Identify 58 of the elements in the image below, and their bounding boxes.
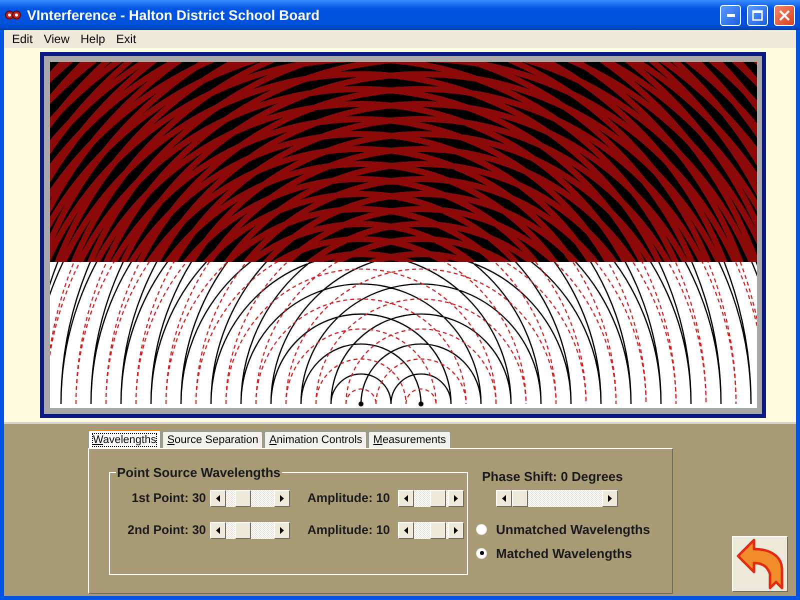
scroll-left-button[interactable] [210, 490, 226, 506]
back-button[interactable] [732, 536, 788, 592]
amplitude-slider[interactable] [398, 522, 464, 538]
maximize-button[interactable] [747, 4, 768, 26]
phase-shift-slider[interactable] [496, 490, 618, 507]
minimize-button[interactable] [720, 4, 741, 26]
slider-thumb[interactable] [234, 522, 251, 538]
left-arrow-icon [216, 494, 220, 502]
menu-item[interactable]: Exit [112, 32, 144, 46]
scroll-right-button[interactable] [274, 490, 290, 506]
scroll-left-button[interactable] [496, 490, 512, 507]
scroll-left-button[interactable] [398, 490, 414, 506]
app-icon [5, 9, 21, 21]
left-arrow-icon [404, 494, 408, 502]
wavelength-slider[interactable] [210, 490, 290, 506]
radio-label[interactable]: Unmatched Wavelengths [496, 522, 650, 536]
left-arrow-icon [404, 526, 408, 534]
tab[interactable]: Animation Controls [264, 431, 368, 448]
menu-item[interactable]: Edit [8, 32, 40, 46]
back-arrow-icon [736, 538, 784, 590]
radio-button[interactable] [476, 548, 487, 558]
wavelength-label: 2nd Point: 30 [128, 523, 206, 537]
scroll-right-button[interactable] [448, 522, 464, 538]
amplitude-label: Amplitude: 10 [307, 523, 390, 537]
scroll-left-button[interactable] [210, 522, 226, 538]
wavelength-slider[interactable] [210, 522, 290, 538]
menu-item[interactable]: Help [76, 32, 112, 46]
scroll-right-button[interactable] [602, 490, 618, 507]
slider-thumb[interactable] [512, 490, 528, 507]
left-arrow-icon [216, 526, 220, 534]
right-arrow-icon [608, 495, 612, 502]
wavelength-label: 1st Point: 30 [132, 491, 206, 505]
menu-item[interactable]: View [40, 32, 76, 46]
amplitude-label: Amplitude: 10 [307, 491, 390, 505]
minimize-icon [726, 14, 734, 16]
scroll-left-button[interactable] [398, 522, 414, 538]
slider-thumb[interactable] [234, 490, 251, 506]
maximize-icon [752, 10, 763, 20]
scroll-right-button[interactable] [448, 490, 464, 506]
right-arrow-icon [280, 526, 284, 534]
slider-thumb[interactable] [430, 522, 446, 538]
left-arrow-icon [502, 495, 506, 502]
scroll-right-button[interactable] [274, 522, 290, 538]
group-title: Point Source Wavelengths [116, 465, 282, 480]
tab[interactable]: Measurements [368, 431, 452, 448]
right-arrow-icon [280, 494, 284, 502]
amplitude-slider[interactable] [398, 490, 464, 506]
tab[interactable]: Wavelengths [88, 430, 162, 448]
window-title: VInterference - Halton District School Board [27, 7, 320, 23]
radio-label[interactable]: Matched Wavelengths [496, 546, 632, 560]
phase-shift-label: Phase Shift: 0 Degrees [482, 469, 624, 484]
slider-thumb[interactable] [430, 490, 446, 506]
radio-button[interactable] [476, 524, 487, 534]
close-icon [779, 10, 790, 20]
right-arrow-icon [454, 494, 458, 502]
right-arrow-icon [454, 526, 458, 534]
close-button[interactable] [774, 4, 795, 26]
tab[interactable]: Source Separation [162, 431, 264, 448]
